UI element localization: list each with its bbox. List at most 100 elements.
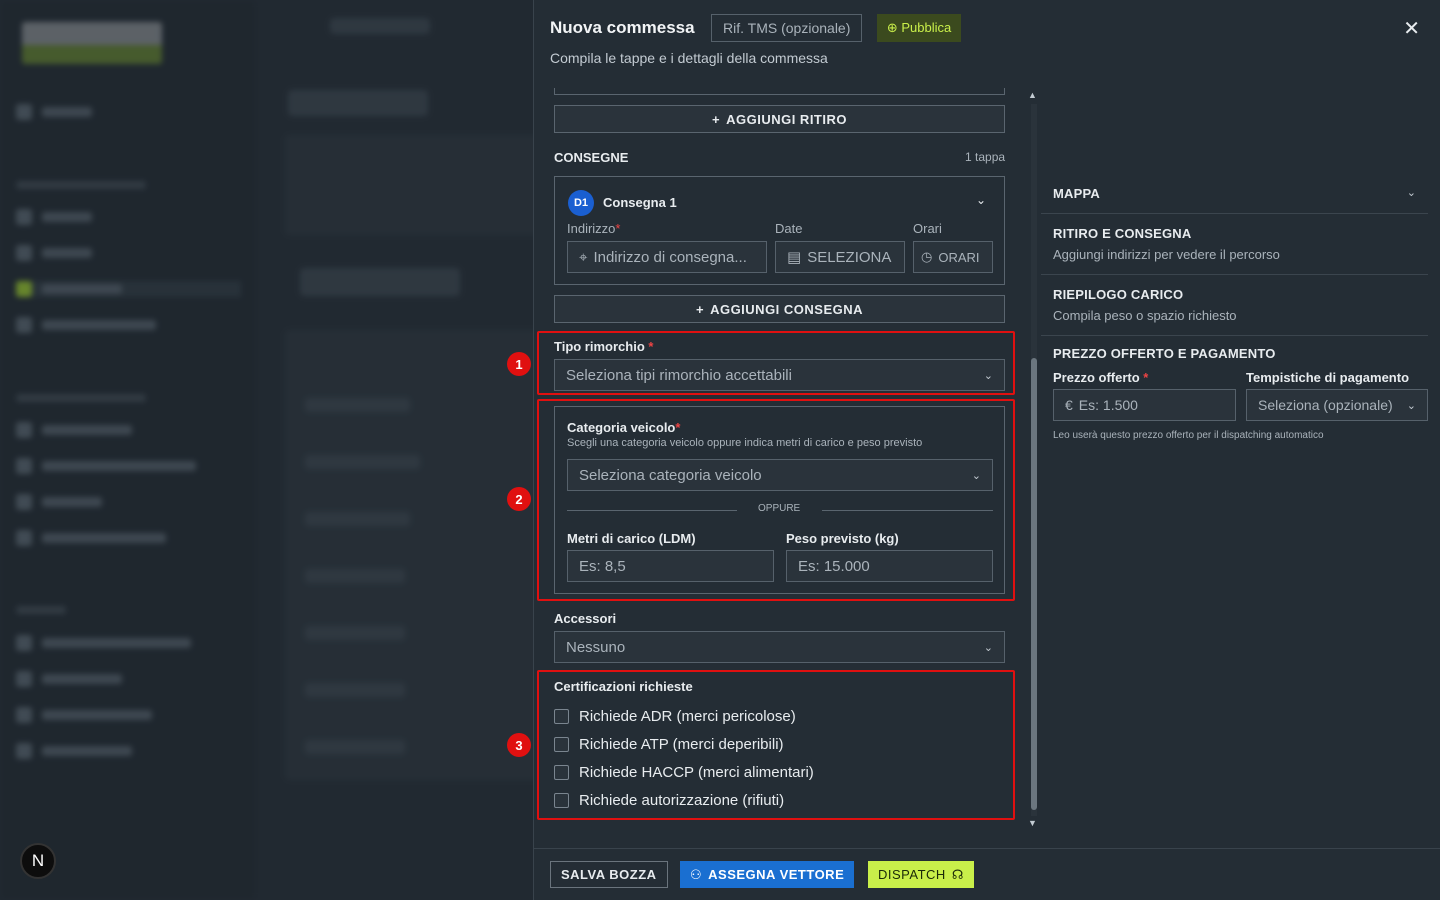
tms-reference-input[interactable]: Rif. TMS (opzionale) bbox=[711, 14, 863, 42]
dispatch-button[interactable]: DISPATCH ☊ bbox=[868, 861, 974, 888]
sidebar bbox=[0, 0, 255, 900]
delivery-address-input[interactable]: ⌖ Indirizzo di consegna... bbox=[567, 241, 767, 273]
new-order-panel: Nuova commessa Rif. TMS (opzionale) ⊕ Pu… bbox=[507, 0, 1440, 900]
deliveries-count: 1 tappa bbox=[965, 150, 1006, 164]
scroll-down-icon[interactable]: ▼ bbox=[1028, 818, 1037, 828]
sidebar-section bbox=[16, 394, 146, 402]
headset-icon: ☊ bbox=[951, 866, 964, 882]
close-icon[interactable]: ✕ bbox=[1403, 16, 1420, 41]
save-draft-button[interactable]: SALVA BOZZA bbox=[550, 861, 668, 888]
form-scroll-area[interactable]: + AGGIUNGI RITIRO CONSEGNE 1 tappa D1 Con… bbox=[507, 88, 1440, 834]
clock-icon: ◷ bbox=[921, 249, 933, 264]
table-row bbox=[305, 398, 410, 412]
price-placeholder: Es: 1.500 bbox=[1078, 397, 1138, 413]
load-summary-title: RIEPILOGO CARICO bbox=[1053, 287, 1184, 302]
assign-carrier-button[interactable]: ⚇ ASSEGNA VETTORE bbox=[680, 861, 855, 888]
avatar-initial: N bbox=[31, 851, 45, 870]
time-button-label: ORARI bbox=[938, 249, 980, 265]
dispatch-label: DISPATCH bbox=[878, 867, 946, 882]
sidebar-item bbox=[16, 743, 156, 759]
table-row bbox=[305, 512, 410, 526]
sidebar-item bbox=[16, 317, 156, 333]
delivery-card-title: Consegna 1 bbox=[603, 195, 677, 210]
sidebar-item bbox=[16, 281, 241, 297]
accessories-select[interactable]: Nessuno ⌄ bbox=[554, 631, 1005, 663]
sidebar-item bbox=[16, 671, 156, 687]
date-select-button[interactable]: ▤ SELEZIONA bbox=[775, 241, 905, 273]
form-scrollbar[interactable]: ▲ ▼ bbox=[1028, 90, 1040, 830]
chevron-down-icon: ⌄ bbox=[983, 641, 993, 654]
address-label: Indirizzo* bbox=[567, 221, 621, 236]
table-row bbox=[305, 455, 420, 469]
deliveries-heading: CONSEGNE bbox=[554, 150, 629, 165]
delivery-badge: D1 bbox=[568, 190, 594, 216]
globe-icon: ⊕ bbox=[886, 20, 898, 35]
publish-label: Pubblica bbox=[901, 20, 952, 35]
scroll-up-icon[interactable]: ▲ bbox=[1028, 90, 1037, 100]
sidebar-section bbox=[16, 181, 146, 189]
payment-terms-label: Tempistiche di pagamento bbox=[1246, 370, 1410, 385]
previous-card-edge bbox=[554, 88, 1005, 95]
sidebar-item bbox=[16, 209, 156, 225]
add-delivery-label: AGGIUNGI CONSEGNA bbox=[710, 301, 864, 317]
annotation-box-2 bbox=[537, 399, 1015, 601]
filter-block bbox=[300, 268, 460, 296]
map-section[interactable]: MAPPA ⌄ bbox=[1041, 176, 1428, 214]
chevron-down-icon[interactable]: ⌄ bbox=[976, 193, 986, 207]
plus-icon: + bbox=[712, 111, 721, 127]
sidebar-item bbox=[16, 530, 166, 546]
filters-block bbox=[285, 135, 545, 235]
user-plus-icon: ⚇ bbox=[690, 866, 703, 882]
brand-logo bbox=[22, 22, 162, 64]
add-pickup-button[interactable]: + AGGIUNGI RITIRO bbox=[554, 105, 1005, 133]
panel-title: Nuova commessa bbox=[550, 18, 695, 37]
breadcrumb-block bbox=[330, 18, 430, 34]
address-placeholder: Indirizzo di consegna... bbox=[593, 248, 747, 266]
add-delivery-button[interactable]: + AGGIUNGI CONSEGNA bbox=[554, 295, 1005, 323]
summary-column: MAPPA ⌄ RITIRO E CONSEGNA Aggiungi indir… bbox=[1041, 176, 1428, 446]
sidebar-item bbox=[16, 458, 196, 474]
sidebar-item bbox=[16, 104, 156, 120]
chevron-down-icon[interactable]: ⌄ bbox=[1407, 186, 1416, 201]
panel-header: Nuova commessa Rif. TMS (opzionale) ⊕ Pu… bbox=[550, 14, 1424, 66]
price-input[interactable]: € Es: 1.500 bbox=[1053, 389, 1236, 421]
date-button-label: SELEZIONA bbox=[807, 248, 892, 266]
price-label: Prezzo offerto * bbox=[1053, 370, 1149, 385]
sidebar-item bbox=[16, 245, 156, 261]
date-label: Date bbox=[775, 221, 803, 236]
table-row bbox=[305, 683, 405, 697]
sidebar-item bbox=[16, 494, 156, 510]
accessories-label: Accessori bbox=[554, 611, 617, 626]
scrollbar-thumb[interactable] bbox=[1031, 358, 1037, 810]
table-row bbox=[305, 740, 405, 754]
sidebar-item bbox=[16, 422, 156, 438]
time-label: Orari bbox=[913, 221, 942, 236]
accessories-value: Nessuno bbox=[566, 638, 626, 656]
annotation-box-3 bbox=[537, 670, 1015, 820]
assign-label: ASSEGNA VETTORE bbox=[708, 867, 845, 882]
user-avatar[interactable]: N bbox=[20, 843, 56, 879]
annotation-badge-3: 3 bbox=[507, 733, 531, 757]
currency-symbol: € bbox=[1065, 397, 1073, 413]
annotation-badge-2: 2 bbox=[507, 487, 531, 511]
load-summary-text: Compila peso o spazio richiesto bbox=[1053, 308, 1237, 323]
delivery-card: D1 Consegna 1 ⌄ Indirizzo* Date Orari ⌖ I… bbox=[554, 176, 1005, 285]
map-title: MAPPA bbox=[1053, 186, 1100, 201]
add-pickup-label: AGGIUNGI RITIRO bbox=[726, 111, 847, 127]
save-draft-label: SALVA BOZZA bbox=[561, 867, 657, 882]
panel-subtitle: Compila le tappe e i dettagli della comm… bbox=[550, 50, 828, 66]
time-select-button[interactable]: ◷ ORARI bbox=[913, 241, 993, 273]
price-section: PREZZO OFFERTO E PAGAMENTO Prezzo offert… bbox=[1041, 336, 1428, 446]
table-row bbox=[305, 626, 405, 640]
price-note: Leo userà questo prezzo offerto per il d… bbox=[1053, 430, 1324, 441]
page-title-block bbox=[288, 90, 428, 116]
panel-footer: SALVA BOZZA ⚇ ASSEGNA VETTORE DISPATCH ☊ bbox=[534, 848, 1440, 900]
load-summary-section: RIEPILOGO CARICO Compila peso o spazio r… bbox=[1041, 275, 1428, 336]
route-text: Aggiungi indirizzi per vedere il percors… bbox=[1053, 247, 1280, 262]
location-pin-icon: ⌖ bbox=[579, 248, 588, 266]
payment-terms-select[interactable]: Seleziona (opzionale) ⌄ bbox=[1246, 389, 1428, 421]
publish-button[interactable]: ⊕ Pubblica bbox=[876, 14, 962, 42]
annotation-badge-1: 1 bbox=[507, 352, 531, 376]
payment-terms-placeholder: Seleziona (opzionale) bbox=[1258, 397, 1393, 413]
chevron-down-icon: ⌄ bbox=[1406, 399, 1416, 412]
